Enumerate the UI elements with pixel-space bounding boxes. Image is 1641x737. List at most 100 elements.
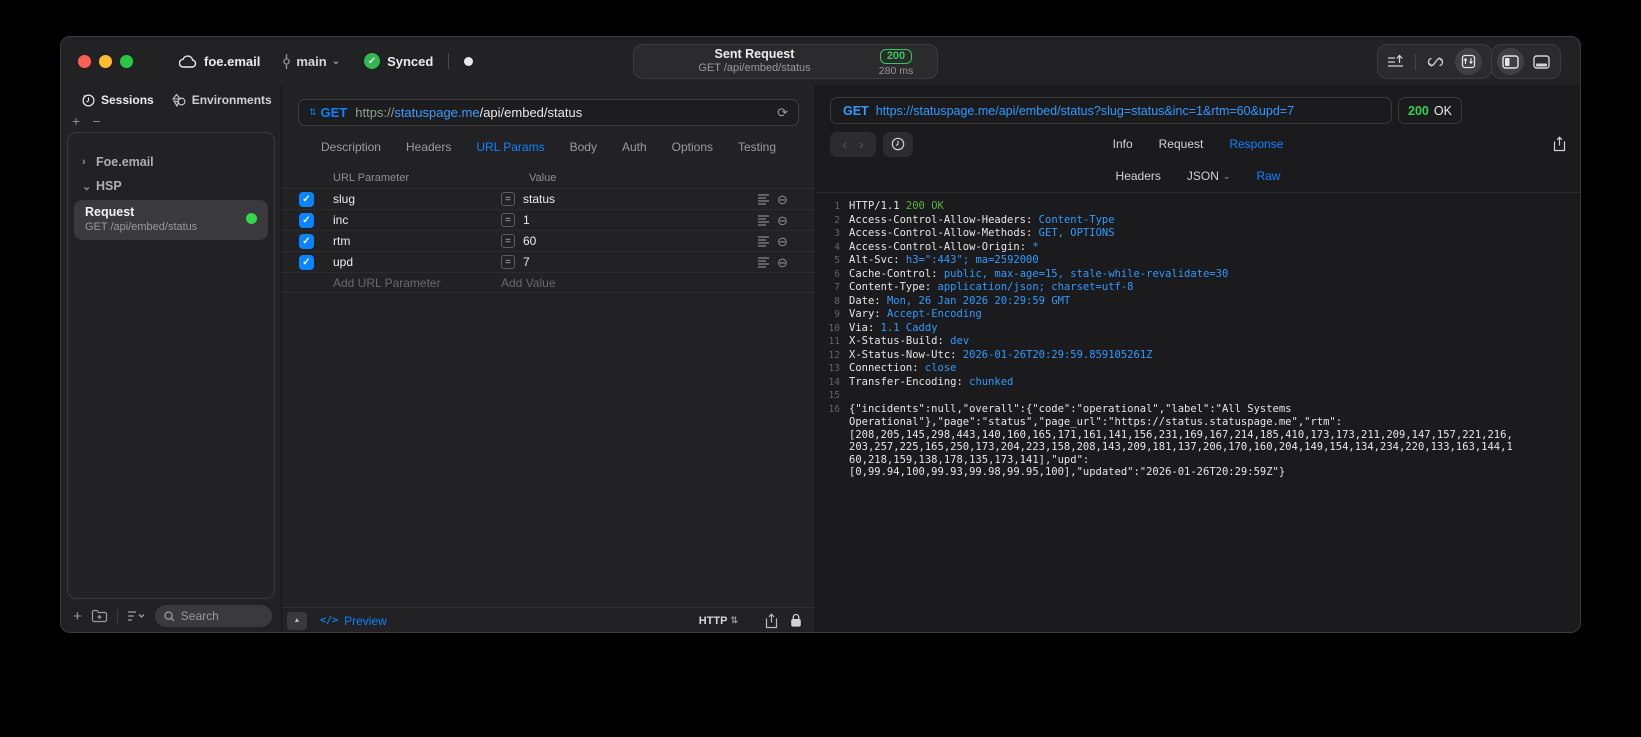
line-number: 5 <box>834 255 840 266</box>
request-tab-body-label: Body <box>569 140 597 154</box>
code-text: Access-Control-Allow-Origin: * <box>849 240 1039 253</box>
param-value-field[interactable]: 7 <box>523 255 530 269</box>
share-icon[interactable] <box>765 612 778 629</box>
equals-icon: = <box>501 213 515 227</box>
import-export-icon[interactable] <box>1387 54 1405 69</box>
param-row-actions: ⊖ <box>757 235 815 248</box>
forward-button[interactable]: › <box>859 136 864 152</box>
remove-param-icon[interactable]: ⊖ <box>777 256 788 269</box>
collapse-panel-button[interactable]: ▲ <box>287 611 307 630</box>
param-checkbox-checked[interactable]: ✓ <box>299 212 314 228</box>
code-line: 3 Access-Control-Allow-Methods: GET, OPTI… <box>821 227 1568 241</box>
method-selector[interactable]: GET <box>321 105 348 120</box>
request-tab-description[interactable]: Description <box>321 140 381 154</box>
sent-url: https://statuspage.me/api/embed/status?s… <box>875 103 1295 118</box>
tree-item-request-selected[interactable]: Request GET /api/embed/status <box>74 200 268 240</box>
equals-icon: = <box>501 192 515 206</box>
url-input[interactable]: ⇅ GET https://statuspage.me/api/embed/st… <box>298 99 799 126</box>
param-name-field[interactable]: slug <box>322 192 501 206</box>
param-value-field[interactable]: status <box>523 192 555 206</box>
toggle-sidebar-button-active[interactable] <box>1497 48 1524 75</box>
code-line: 9 Vary: Accept-Encoding <box>821 308 1568 322</box>
param-value-field[interactable]: 1 <box>523 213 530 227</box>
lock-icon[interactable] <box>790 613 802 628</box>
code-text: Operational"},"page":"status","page_url"… <box>849 416 1343 428</box>
sent-request-pill[interactable]: Sent Request GET /api/embed/status 200 2… <box>633 44 938 79</box>
request-tab-testing[interactable]: Testing <box>738 140 776 154</box>
sync-loop-icon[interactable] <box>1426 55 1445 69</box>
response-subtab-json-label: JSON <box>1186 169 1219 183</box>
sync-status[interactable]: ✓ Synced <box>364 53 433 69</box>
import-request-button-active[interactable] <box>1455 48 1482 75</box>
preview-button[interactable]: </> Preview <box>320 614 387 628</box>
reorder-handle-icon[interactable] <box>757 214 770 226</box>
url-path: /api/embed/status <box>479 105 583 120</box>
param-value-cell: = status <box>501 192 757 206</box>
param-checkbox-checked[interactable]: ✓ <box>299 191 314 207</box>
tab-sessions[interactable]: Sessions <box>82 93 154 107</box>
param-name-field[interactable]: upd <box>322 255 501 269</box>
branch-selector[interactable]: main ⌄ <box>282 53 340 69</box>
param-checkbox-cell: ✓ <box>299 233 322 249</box>
response-tab-response-label: Response <box>1229 137 1284 151</box>
request-tab-body[interactable]: Body <box>570 140 597 154</box>
resend-icon[interactable]: ⟳ <box>777 105 788 121</box>
request-tab-options[interactable]: Options <box>672 140 713 154</box>
remove-param-icon[interactable]: ⊖ <box>777 235 788 248</box>
remove-param-icon[interactable]: ⊖ <box>777 193 788 206</box>
param-row: ✓ upd = 7 ⊖ <box>282 251 815 272</box>
response-tab-info[interactable]: Info <box>1113 137 1133 151</box>
line-number: 14 <box>828 376 840 388</box>
back-button[interactable]: ‹ <box>842 136 847 152</box>
code-text: {"incidents":null,"overall":{"code":"ope… <box>849 402 1292 415</box>
minimize-button[interactable] <box>99 54 112 68</box>
sent-url-box[interactable]: GET https://statuspage.me/api/embed/stat… <box>830 97 1392 124</box>
response-tab-request[interactable]: Request <box>1159 137 1204 151</box>
param-checkbox-checked[interactable]: ✓ <box>299 233 314 249</box>
request-tab-url-params[interactable]: URL Params <box>476 140 544 154</box>
add-param-name[interactable]: Add URL Parameter <box>322 276 501 290</box>
close-button[interactable] <box>78 54 91 68</box>
response-tab-response[interactable]: Response <box>1229 137 1283 151</box>
add-session-button[interactable]: + <box>72 114 80 130</box>
protocol-selector[interactable]: HTTP ⇅ <box>699 615 738 627</box>
reorder-handle-icon[interactable] <box>757 193 770 205</box>
code-line: [208,205,145,298,443,140,160,165,171,161… <box>821 429 1568 442</box>
code-line: 60,218,159,138,178,135,173,141],"upd": <box>821 454 1568 467</box>
response-subtab-json[interactable]: JSON ⌄ <box>1187 169 1231 183</box>
request-tab-headers[interactable]: Headers <box>406 140 451 154</box>
tab-environments[interactable]: Environments <box>171 93 272 107</box>
project-menu[interactable]: foe.email <box>179 54 260 69</box>
app-window: foe.email main ⌄ ✓ Synced Sent Request G… <box>60 36 1581 633</box>
code-text: Transfer-Encoding: chunked <box>849 375 1014 388</box>
param-name-field[interactable]: inc <box>322 213 501 227</box>
response-subtab-raw[interactable]: Raw <box>1256 169 1280 183</box>
remove-param-icon[interactable]: ⊖ <box>777 214 788 227</box>
param-value-field[interactable]: 60 <box>523 234 536 248</box>
request-tab-auth[interactable]: Auth <box>622 140 647 154</box>
history-button[interactable] <box>883 131 913 157</box>
response-subtab-headers[interactable]: Headers <box>1116 169 1161 183</box>
new-folder-icon[interactable] <box>91 609 108 623</box>
tree-group-hsp[interactable]: ⌄ HSP <box>68 174 274 198</box>
search-input[interactable]: Search <box>154 605 272 627</box>
zoom-button[interactable] <box>120 54 133 68</box>
reorder-handle-icon[interactable] <box>757 235 770 247</box>
add-param-value[interactable]: Add Value <box>501 276 757 290</box>
export-response-icon[interactable] <box>1553 136 1566 152</box>
add-request-button[interactable]: + <box>73 608 82 625</box>
param-checkbox-checked[interactable]: ✓ <box>299 254 314 270</box>
line-number <box>821 429 840 442</box>
project-name: foe.email <box>204 53 261 69</box>
sort-filter-icon[interactable] <box>127 610 146 622</box>
response-tabs: Info Request Response <box>816 137 1580 151</box>
tree-group-label: Foe.email <box>96 155 154 169</box>
reorder-handle-icon[interactable] <box>757 256 770 268</box>
remove-session-button[interactable]: − <box>92 114 100 130</box>
code-line: Operational"},"page":"status","page_url"… <box>821 416 1568 429</box>
param-checkbox-cell: ✓ <box>299 254 322 270</box>
toggle-bottom-panel-button[interactable] <box>1528 48 1555 75</box>
tree-group-foe-email[interactable]: › Foe.email <box>68 150 274 174</box>
param-name-field[interactable]: rtm <box>322 234 501 248</box>
shapes-icon <box>171 93 186 107</box>
